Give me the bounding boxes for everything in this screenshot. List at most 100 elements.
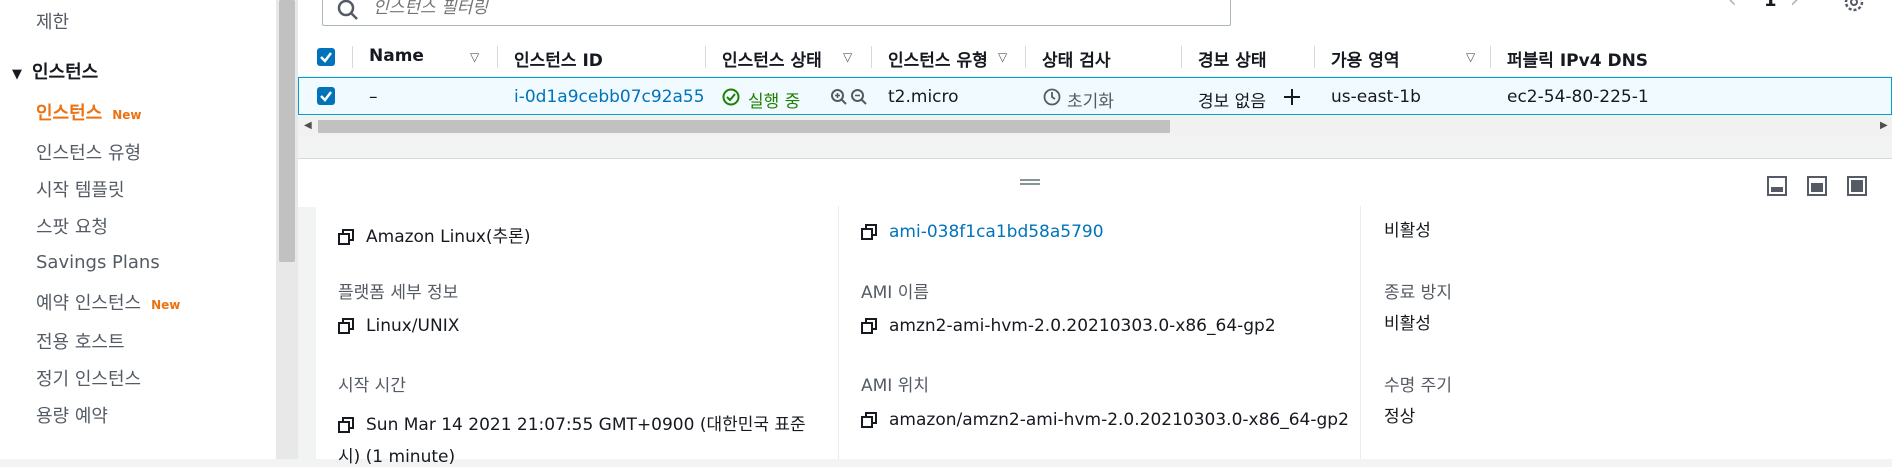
zoom-out-icon[interactable] xyxy=(850,88,868,106)
column-header-public-dns[interactable]: 퍼블릭 IPv4 DNS xyxy=(1507,46,1648,71)
instance-id-link[interactable]: i-0d1a9cebb07c92a55 xyxy=(514,87,705,107)
next-page-button[interactable]: › xyxy=(1790,0,1799,13)
sort-icon[interactable]: ▽ xyxy=(1466,50,1475,64)
sort-icon[interactable]: ▽ xyxy=(470,50,479,64)
sidebar-item-launch-templates[interactable]: 시작 템플릿 xyxy=(36,176,125,202)
sidebar-item-spot-requests[interactable]: 스팟 요청 xyxy=(36,213,108,239)
sidebar-item-scheduled-instances[interactable]: 정기 인스턴스 xyxy=(36,365,141,391)
select-all-checkbox[interactable] xyxy=(317,48,335,66)
check-circle-icon xyxy=(722,88,740,106)
scroll-left-icon[interactable]: ◀ xyxy=(304,120,312,131)
table-toolbar: ‹ 1 › xyxy=(298,0,1892,40)
availability-zone: us-east-1b xyxy=(1331,87,1421,107)
ami-name-label: AMI 이름 xyxy=(861,283,929,303)
ami-location-value: amazon/amzn2-ami-hvm-2.0.20210303.0-x86_… xyxy=(861,410,1349,430)
add-alarm-icon[interactable] xyxy=(1282,87,1302,107)
zoom-in-icon[interactable] xyxy=(830,88,848,106)
copy-icon[interactable] xyxy=(861,412,877,428)
layout-middle-icon[interactable] xyxy=(1806,175,1828,197)
ami-id-link[interactable]: ami-038f1ca1bd58a5790 xyxy=(889,222,1104,242)
sidebar-section-label: 인스턴스 xyxy=(32,62,99,83)
platform-detail-value: Linux/UNIX xyxy=(338,316,459,336)
horizontal-scrollbar-thumb[interactable] xyxy=(318,120,1170,133)
sidebar-item-dedicated-hosts[interactable]: 전용 호스트 xyxy=(36,328,125,354)
search-icon xyxy=(337,0,358,20)
instance-filter[interactable] xyxy=(322,0,1231,26)
lifecycle-value: 정상 xyxy=(1384,407,1416,427)
launch-time-text: Sun Mar 14 2021 21:07:55 GMT+0900 (대한민국 … xyxy=(366,415,806,435)
public-dns: ec2-54-80-225-1 xyxy=(1507,87,1649,107)
column-header-alarm-status[interactable]: 경보 상태 xyxy=(1198,46,1266,71)
check-icon xyxy=(320,52,332,63)
sidebar-item-label: 인스턴스 xyxy=(36,103,103,124)
termination-protection-value: 비활성 xyxy=(1384,314,1431,334)
ami-name-value: amzn2-ami-hvm-2.0.20210303.0-x86_64-gp2 xyxy=(861,316,1276,336)
drag-handle-icon[interactable] xyxy=(1020,179,1040,185)
lifecycle-label: 수명 주기 xyxy=(1384,376,1452,396)
copy-icon[interactable] xyxy=(861,318,877,334)
sidebar-item-savings-plans[interactable]: Savings Plans xyxy=(36,252,160,273)
launch-time-label: 시작 시간 xyxy=(338,376,406,396)
column-divider xyxy=(1181,46,1182,68)
main-content: ‹ 1 › Name ▽ 인스턴스 ID 인스턴스 상태 ▽ 인스턴스 유형 ▽… xyxy=(298,0,1892,467)
platform-value: Amazon Linux(추론) xyxy=(338,222,530,247)
column-header-instance-type[interactable]: 인스턴스 유형 xyxy=(888,46,988,71)
column-header-state[interactable]: 인스턴스 상태 xyxy=(722,46,822,71)
ami-id-value[interactable]: ami-038f1ca1bd58a5790 xyxy=(861,222,1104,242)
platform-text: Amazon Linux(추론) xyxy=(366,227,531,247)
column-divider xyxy=(1490,46,1491,68)
alarm-status: 경보 없음 xyxy=(1198,92,1266,112)
caret-down-icon: ▼ xyxy=(12,67,22,82)
layout-full-icon[interactable] xyxy=(1846,175,1868,197)
gear-icon[interactable] xyxy=(1842,0,1866,14)
sidebar: 제한 ▼ 인스턴스 인스턴스 New 인스턴스 유형 시작 템플릿 스팟 요청 Sa… xyxy=(0,0,276,459)
ami-location-text: amazon/amzn2-ami-hvm-2.0.20210303.0-x86_… xyxy=(889,410,1349,430)
sidebar-item-instances[interactable]: 인스턴스 New xyxy=(36,99,142,125)
sidebar-scrollbar-thumb[interactable] xyxy=(279,0,295,262)
column-divider xyxy=(838,206,839,459)
stop-protection-value: 비활성 xyxy=(1384,221,1431,241)
copy-icon[interactable] xyxy=(861,224,877,240)
status-check: 초기화 xyxy=(1067,92,1114,112)
sidebar-item-instance-types[interactable]: 인스턴스 유형 xyxy=(36,139,141,165)
check-icon xyxy=(320,91,332,102)
panel-splitter[interactable] xyxy=(298,158,1892,207)
cell-name: – xyxy=(369,87,378,107)
sidebar-item-limits[interactable]: 제한 xyxy=(36,8,69,34)
column-divider xyxy=(1360,206,1361,459)
instance-state: 실행 중 xyxy=(748,92,801,112)
layout-bottom-icon[interactable] xyxy=(1766,175,1788,197)
sidebar-section-instances[interactable]: ▼ 인스턴스 xyxy=(12,58,98,84)
termination-protection-label: 종료 방지 xyxy=(1384,283,1452,303)
sort-icon[interactable]: ▽ xyxy=(843,50,852,64)
sort-icon[interactable]: ▽ xyxy=(998,50,1007,64)
new-badge: New xyxy=(112,108,142,122)
column-divider xyxy=(1314,46,1315,68)
column-divider xyxy=(497,46,498,68)
ami-name-text: amzn2-ami-hvm-2.0.20210303.0-x86_64-gp2 xyxy=(889,316,1276,336)
ami-location-label: AMI 위치 xyxy=(861,376,929,396)
copy-icon[interactable] xyxy=(338,229,354,245)
table-header: Name ▽ 인스턴스 ID 인스턴스 상태 ▽ 인스턴스 유형 ▽ 상태 검사… xyxy=(298,38,1892,77)
sidebar-item-reserved-instances[interactable]: 예약 인스턴스 New xyxy=(36,289,180,315)
instance-filter-input[interactable] xyxy=(371,0,1175,19)
column-divider xyxy=(352,46,353,68)
instance-type: t2.micro xyxy=(888,87,959,107)
copy-icon[interactable] xyxy=(338,318,354,334)
platform-detail-label: 플랫폼 세부 정보 xyxy=(338,283,459,303)
column-header-name[interactable]: Name xyxy=(369,46,424,66)
new-badge: New xyxy=(151,298,181,312)
column-divider xyxy=(871,46,872,68)
row-checkbox[interactable] xyxy=(317,87,335,105)
table-row[interactable]: – i-0d1a9cebb07c92a55 실행 중 t2.micro 초기화 … xyxy=(298,77,1892,115)
column-header-instance-id[interactable]: 인스턴스 ID xyxy=(514,46,603,71)
copy-icon[interactable] xyxy=(338,417,354,433)
column-header-availability-zone[interactable]: 가용 영역 xyxy=(1331,46,1399,71)
scroll-right-icon[interactable]: ▶ xyxy=(1880,120,1888,131)
page-number[interactable]: 1 xyxy=(1764,0,1777,11)
sidebar-item-capacity-reservations[interactable]: 용량 예약 xyxy=(36,402,108,428)
table-horizontal-scrollbar[interactable]: ◀ ▶ xyxy=(298,117,1892,137)
prev-page-button[interactable]: ‹ xyxy=(1728,0,1737,13)
column-header-status-check[interactable]: 상태 검사 xyxy=(1042,46,1110,71)
clock-icon xyxy=(1043,88,1061,106)
